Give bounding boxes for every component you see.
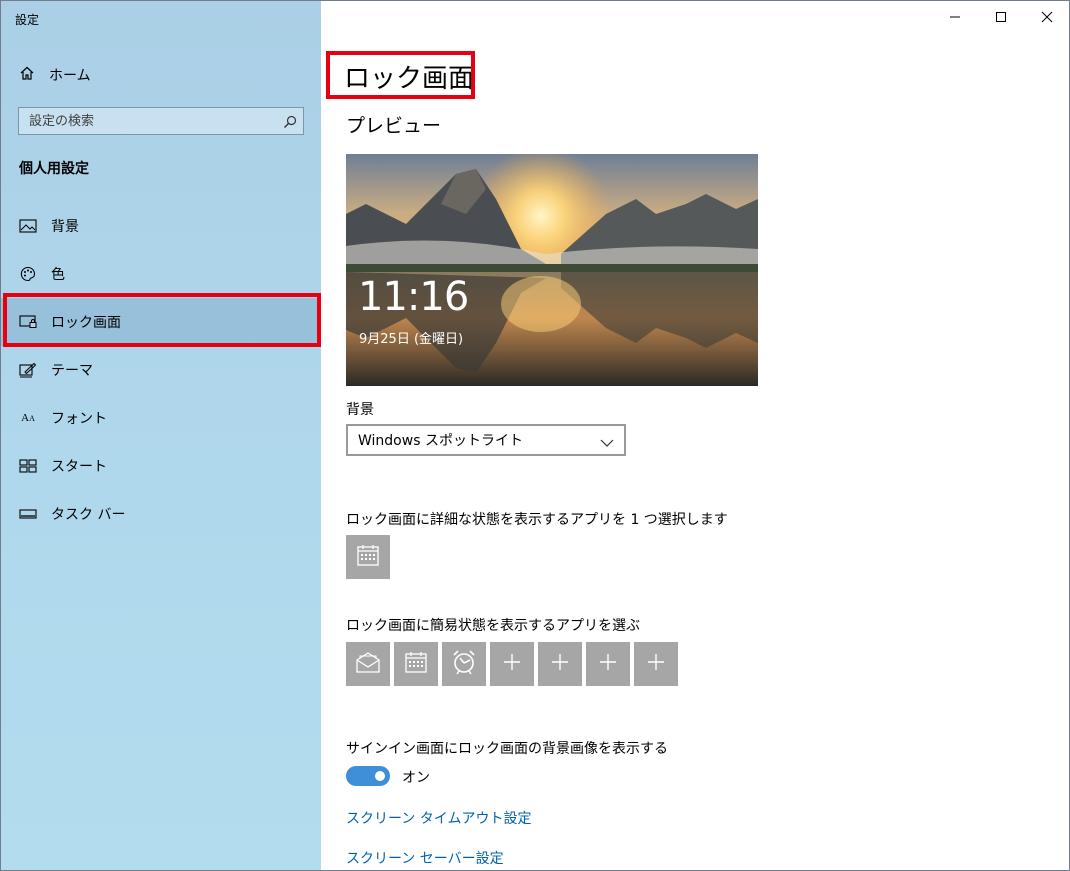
sidebar-item-background[interactable]: 背景 bbox=[1, 202, 321, 250]
sidebar: 設定 ホーム 個人用設定 背景 色 bbox=[1, 1, 321, 870]
sidebar-item-start[interactable]: スタート bbox=[1, 442, 321, 490]
lock-screen-preview: 11:16 9月25日 (金曜日) bbox=[346, 154, 758, 386]
home-link[interactable]: ホーム bbox=[19, 63, 91, 87]
home-icon bbox=[19, 65, 35, 85]
minimize-icon bbox=[950, 16, 960, 18]
plus-icon bbox=[503, 653, 521, 675]
background-label: 背景 bbox=[346, 402, 374, 418]
landscape-image bbox=[346, 154, 758, 386]
maximize-icon bbox=[996, 12, 1006, 22]
signin-background-toggle[interactable] bbox=[346, 766, 390, 786]
dropdown-value: Windows スポットライト bbox=[358, 433, 523, 449]
calendar-icon bbox=[356, 543, 380, 571]
close-button[interactable] bbox=[1024, 1, 1069, 33]
mail-icon bbox=[355, 650, 381, 678]
sidebar-item-label: タスク バー bbox=[51, 507, 126, 523]
minimize-button[interactable] bbox=[932, 1, 978, 33]
alarm-clock-icon bbox=[451, 649, 477, 679]
detail-app-label: ロック画面に詳細な状態を表示するアプリを 1 つ選択します bbox=[346, 512, 728, 528]
app-title: 設定 bbox=[15, 13, 40, 27]
settings-window: 設定 ホーム 個人用設定 背景 色 bbox=[0, 0, 1070, 871]
toggle-knob bbox=[375, 771, 385, 781]
quick-app-tile-calendar[interactable] bbox=[394, 642, 438, 686]
sidebar-item-lock-screen[interactable]: ロック画面 bbox=[1, 298, 321, 346]
sidebar-item-label: ロック画面 bbox=[51, 315, 121, 331]
maximize-button[interactable] bbox=[978, 1, 1024, 33]
theme-icon bbox=[19, 362, 37, 378]
palette-icon bbox=[19, 266, 37, 282]
plus-icon bbox=[599, 653, 617, 675]
sidebar-item-font[interactable]: AA フォント bbox=[1, 394, 321, 442]
start-icon bbox=[19, 458, 37, 474]
sidebar-item-label: フォント bbox=[51, 411, 107, 427]
screen-saver-link[interactable]: スクリーン セーバー設定 bbox=[346, 848, 504, 868]
sidebar-item-label: テーマ bbox=[51, 363, 93, 379]
image-icon bbox=[19, 218, 37, 234]
taskbar-icon bbox=[19, 506, 37, 522]
sidebar-item-theme[interactable]: テーマ bbox=[1, 346, 321, 394]
quick-app-tile-add[interactable] bbox=[634, 642, 678, 686]
search-box[interactable] bbox=[18, 107, 304, 135]
font-icon: AA bbox=[21, 412, 35, 424]
quick-apps-label: ロック画面に簡易状態を表示するアプリを選ぶ bbox=[346, 618, 640, 634]
plus-icon bbox=[551, 653, 569, 675]
quick-app-tile-alarm[interactable] bbox=[442, 642, 486, 686]
sidebar-item-label: スタート bbox=[51, 459, 107, 475]
sidebar-item-label: 背景 bbox=[51, 219, 79, 235]
chevron-down-icon bbox=[600, 434, 614, 453]
search-input[interactable] bbox=[19, 108, 279, 134]
sidebar-item-color[interactable]: 色 bbox=[1, 250, 321, 298]
detail-app-tile[interactable] bbox=[346, 535, 390, 579]
plus-icon bbox=[647, 653, 665, 675]
quick-app-tile-add[interactable] bbox=[490, 642, 534, 686]
home-label: ホーム bbox=[49, 68, 91, 84]
screen-timeout-link[interactable]: スクリーン タイムアウト設定 bbox=[346, 808, 531, 828]
quick-app-tile-mail[interactable] bbox=[346, 642, 390, 686]
close-icon bbox=[1041, 11, 1053, 23]
preview-date: 9月25日 (金曜日) bbox=[359, 332, 464, 347]
section-title: 個人用設定 bbox=[19, 161, 89, 177]
quick-app-tile-add[interactable] bbox=[586, 642, 630, 686]
toggle-state-label: オン bbox=[402, 770, 430, 786]
page-title: ロック画面 bbox=[344, 64, 475, 94]
quick-app-tile-add[interactable] bbox=[538, 642, 582, 686]
lock-screen-icon bbox=[19, 314, 37, 330]
search-icon[interactable] bbox=[283, 114, 297, 128]
preview-heading: プレビュー bbox=[346, 115, 442, 137]
sidebar-item-taskbar[interactable]: タスク バー bbox=[1, 490, 321, 538]
calendar-icon bbox=[404, 650, 428, 678]
sidebar-item-label: 色 bbox=[51, 267, 65, 283]
preview-time: 11:16 bbox=[358, 274, 469, 320]
signin-background-label: サインイン画面にロック画面の背景画像を表示する bbox=[346, 741, 668, 757]
background-dropdown[interactable]: Windows スポットライト bbox=[346, 424, 626, 456]
